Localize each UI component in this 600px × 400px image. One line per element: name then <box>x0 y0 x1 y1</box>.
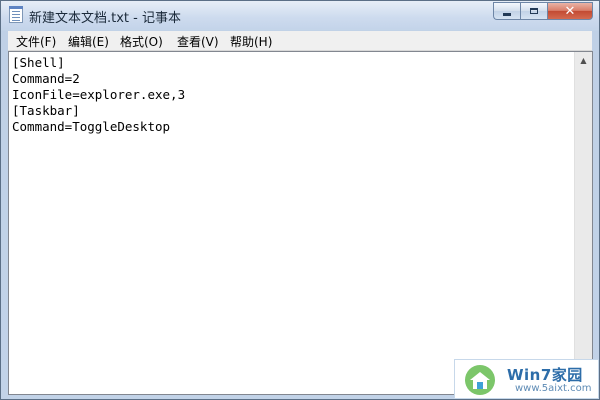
menu-bar: 文件(F) 编辑(E) 格式(O) 查看(V) 帮助(H) <box>8 31 592 51</box>
close-icon: ✕ <box>564 3 576 19</box>
menu-view[interactable]: 查看(V) <box>177 33 219 50</box>
menu-help[interactable]: 帮助(H) <box>230 33 272 50</box>
menu-format[interactable]: 格式(O) <box>120 33 163 50</box>
vertical-scrollbar[interactable]: ▲ <box>574 52 592 394</box>
minimize-icon <box>503 12 511 16</box>
watermark-badge: Win7家园 www.5aixt.com <box>454 359 599 399</box>
document-text[interactable]: [Shell] Command=2 IconFile=explorer.exe,… <box>12 55 572 392</box>
text-editor[interactable]: [Shell] Command=2 IconFile=explorer.exe,… <box>8 51 593 395</box>
menu-edit[interactable]: 编辑(E) <box>68 33 109 50</box>
menu-file[interactable]: 文件(F) <box>16 33 56 50</box>
maximize-button[interactable] <box>520 2 547 20</box>
caption-buttons: ✕ <box>493 2 593 21</box>
window-title: 新建文本文档.txt - 记事本 <box>29 11 181 26</box>
watermark-title: Win7家园 <box>507 366 583 384</box>
minimize-button[interactable] <box>493 2 520 20</box>
title-bar[interactable]: 新建文本文档.txt - 记事本 ✕ <box>1 1 599 29</box>
notepad-icon[interactable] <box>9 6 23 23</box>
close-button[interactable]: ✕ <box>547 2 593 20</box>
watermark-url: www.5aixt.com <box>515 383 592 394</box>
house-logo-icon <box>465 365 495 395</box>
scroll-up-arrow-icon[interactable]: ▲ <box>575 52 592 69</box>
maximize-icon <box>530 8 538 14</box>
notepad-window: 新建文本文档.txt - 记事本 ✕ 文件(F) 编辑(E) 格式(O) 查看(… <box>0 0 600 400</box>
